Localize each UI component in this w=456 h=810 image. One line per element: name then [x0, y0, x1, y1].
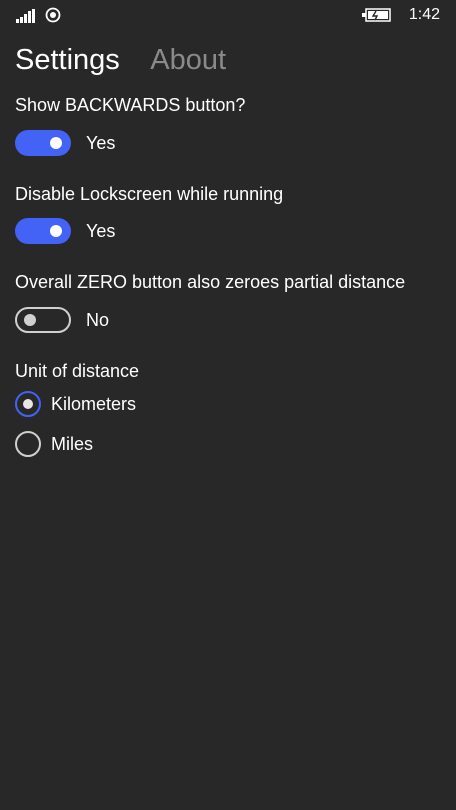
radio-button-unchecked[interactable] [15, 431, 41, 457]
toggle-knob [24, 314, 36, 326]
zero-toggle-row: No [15, 307, 109, 333]
unit-setting-label: Unit of distance [15, 361, 140, 381]
wifi-icon [45, 7, 61, 23]
tab-about[interactable]: About [150, 44, 226, 77]
backwards-toggle[interactable] [15, 130, 71, 156]
battery-charging-icon [362, 8, 391, 22]
radio-miles[interactable]: Miles [15, 431, 93, 457]
radio-miles-label: Miles [51, 433, 94, 454]
toggle-knob [50, 225, 62, 237]
backwards-toggle-state: Yes [86, 132, 116, 153]
backwards-toggle-row: Yes [15, 130, 115, 156]
zero-toggle-state: No [86, 309, 110, 330]
pivot-header: Settings About [15, 44, 252, 84]
radio-kilometers-label: Kilometers [51, 393, 137, 414]
lockscreen-toggle-state: Yes [86, 220, 116, 241]
status-bar: 1:42 [0, 0, 456, 32]
zero-setting-label: Overall ZERO button also zeroes partial … [15, 272, 406, 292]
lockscreen-setting-label: Disable Lockscreen while running [15, 184, 284, 204]
tab-settings[interactable]: Settings [15, 44, 120, 77]
status-time: 1:42 [408, 6, 440, 23]
radio-button-checked[interactable] [15, 391, 41, 417]
lockscreen-toggle[interactable] [15, 218, 71, 244]
settings-screen: 1:42 Settings About Show BACKWARDS butto… [0, 0, 456, 810]
lockscreen-toggle-row: Yes [15, 218, 115, 244]
backwards-setting-label: Show BACKWARDS button? [15, 95, 246, 115]
radio-dot [23, 399, 33, 409]
toggle-knob [50, 137, 62, 149]
radio-kilometers[interactable]: Kilometers [15, 391, 136, 417]
signal-icon [16, 9, 36, 23]
zero-toggle[interactable] [15, 307, 71, 333]
